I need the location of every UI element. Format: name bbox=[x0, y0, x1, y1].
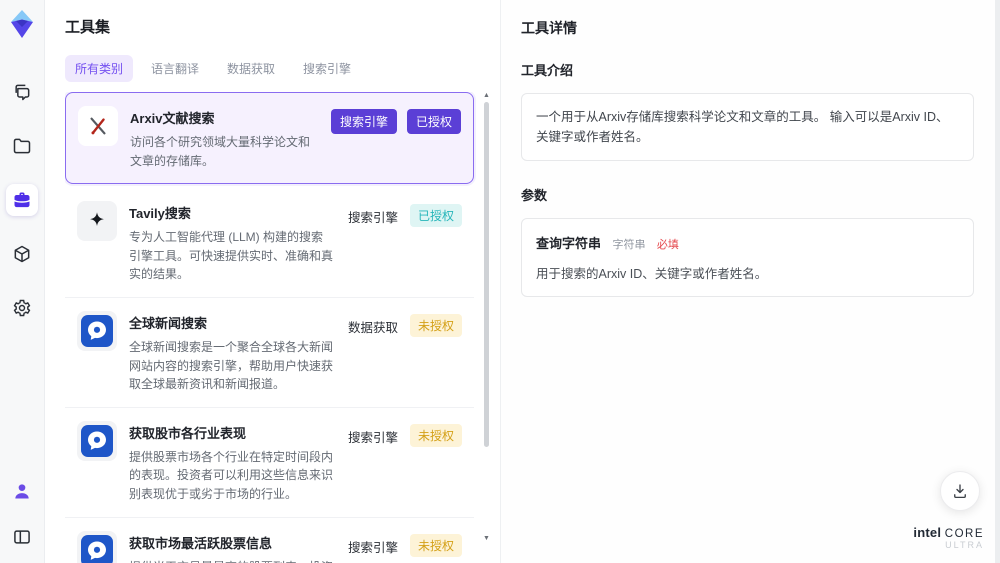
tool-list: Arxiv文献搜索 访问各个研究领域大量科学论文和文章的存储库。 搜索引擎 已授… bbox=[65, 92, 500, 563]
tool-card[interactable]: 获取市场最活跃股票信息 提供当天交易量最高的股票列表，投资者可以利用这些信息来识… bbox=[65, 517, 474, 563]
tool-card[interactable]: Arxiv文献搜索 访问各个研究领域大量科学论文和文章的存储库。 搜索引擎 已授… bbox=[65, 92, 474, 185]
parameter-card: 查询字符串 字符串 必填 用于搜索的Arxiv ID、关键字或作者姓名。 bbox=[521, 218, 974, 297]
tool-title: 获取股市各行业表现 bbox=[129, 425, 247, 441]
category-tabs: 所有类别 语言翻译 数据获取 搜索引擎 bbox=[65, 55, 500, 82]
page-title: 工具集 bbox=[65, 19, 111, 36]
tool-description: 访问各个研究领域大量科学论文和文章的存储库。 bbox=[130, 135, 311, 168]
category-tab[interactable]: 搜索引擎 bbox=[293, 55, 361, 82]
tool-auth-status-badge: 未授权 bbox=[409, 313, 462, 337]
tool-auth-status-badge: 已授权 bbox=[406, 109, 461, 134]
tool-list-panel: 工具集 所有类别 语言翻译 数据获取 搜索引擎 Arxiv文献搜索 访问各个研究领域大… bbox=[45, 0, 500, 563]
tool-category-badge: 搜索引擎 bbox=[347, 430, 398, 445]
folder-nav-icon[interactable] bbox=[6, 130, 38, 162]
tools-nav-icon[interactable] bbox=[6, 184, 38, 216]
category-tab[interactable]: 数据获取 bbox=[217, 55, 285, 82]
tool-title: Arxiv文献搜索 bbox=[130, 111, 215, 126]
sparkle-icon bbox=[77, 201, 117, 242]
blue-chat-app-icon bbox=[77, 310, 117, 351]
left-rail bbox=[0, 0, 45, 563]
intel-brand-text: intel bbox=[913, 525, 942, 541]
tool-category-badge: 数据获取 bbox=[347, 320, 398, 335]
tool-title: 全球新闻搜索 bbox=[129, 315, 208, 331]
required-badge: 必填 bbox=[656, 239, 679, 251]
tool-title: Tavily搜索 bbox=[129, 206, 191, 222]
tool-card[interactable]: 全球新闻搜索 全球新闻搜索是一个聚合全球各大新闻网站内容的搜索引擎，帮助用户快速… bbox=[65, 297, 474, 408]
tool-intro-text: 一个用于从Arxiv存储库搜索科学论文和文章的工具。 输入可以是Arxiv ID… bbox=[521, 93, 974, 161]
tool-description: 全球新闻搜索是一个聚合全球各大新闻网站内容的搜索引擎，帮助用户快速获取全球最新资… bbox=[129, 339, 334, 392]
package-nav-icon[interactable] bbox=[6, 238, 38, 270]
tool-description: 专为人工智能代理 (LLM) 构建的搜索引擎工具。可快速提供实时、准确和真实的结… bbox=[129, 230, 334, 282]
tool-title: 获取市场最活跃股票信息 bbox=[129, 535, 273, 551]
scroll-down-arrow[interactable]: ▼ bbox=[483, 535, 490, 543]
window-scrollbar[interactable] bbox=[995, 0, 1000, 563]
tool-detail-panel: 工具详情 工具介绍 一个用于从Arxiv存储库搜索科学论文和文章的工具。 输入可… bbox=[500, 0, 1000, 563]
tool-card[interactable]: Tavily搜索 专为人工智能代理 (LLM) 构建的搜索引擎工具。可快速提供实… bbox=[65, 188, 474, 298]
scrollbar-thumb[interactable] bbox=[484, 102, 489, 447]
tool-auth-status-badge: 未授权 bbox=[409, 533, 462, 557]
parameter-type: 字符串 bbox=[612, 239, 646, 251]
tool-card[interactable]: 获取股市各行业表现 提供股票市场各个行业在特定时间段内的表现。投资者可以利用这些… bbox=[65, 407, 474, 518]
category-tab[interactable]: 所有类别 bbox=[65, 55, 134, 82]
params-heading: 参数 bbox=[521, 188, 548, 203]
blue-chat-app-icon bbox=[77, 530, 117, 563]
tool-description: 提供当天交易量最高的股票列表，投资者可以利用这些信息来识别流动性强的股票和潜在的… bbox=[129, 558, 334, 563]
blue-chat-app-icon bbox=[77, 420, 117, 461]
intel-core-logo: intel core Ultra bbox=[913, 526, 984, 551]
download-button[interactable] bbox=[940, 471, 980, 511]
intro-heading: 工具介绍 bbox=[521, 63, 574, 78]
tool-auth-status-badge: 未授权 bbox=[409, 423, 462, 447]
core-brand-text: core bbox=[944, 528, 984, 541]
chat-nav-icon[interactable] bbox=[6, 76, 38, 108]
detail-title: 工具详情 bbox=[521, 20, 577, 36]
app-window: 工具集 所有类别 语言翻译 数据获取 搜索引擎 Arxiv文献搜索 访问各个研究领域大… bbox=[0, 0, 1000, 563]
scroll-up-arrow[interactable]: ▲ bbox=[483, 92, 490, 100]
category-tab[interactable]: 语言翻译 bbox=[141, 55, 209, 82]
settings-gear-icon[interactable] bbox=[6, 292, 38, 324]
tool-auth-status-badge: 已授权 bbox=[409, 204, 462, 228]
parameter-description: 用于搜索的Arxiv ID、关键字或作者姓名。 bbox=[536, 267, 768, 281]
arxiv-logo-icon bbox=[78, 106, 118, 146]
parameter-name: 查询字符串 bbox=[536, 236, 602, 251]
app-logo-icon[interactable] bbox=[6, 8, 38, 40]
tool-category-badge: 搜索引擎 bbox=[347, 211, 398, 226]
user-avatar-icon[interactable] bbox=[6, 475, 38, 507]
tool-description: 提供股票市场各个行业在特定时间段内的表现。投资者可以利用这些信息来识别表现优于或… bbox=[129, 449, 334, 501]
tool-category-badge: 搜索引擎 bbox=[330, 109, 397, 134]
tool-category-badge: 搜索引擎 bbox=[347, 540, 398, 555]
parameter-header: 查询字符串 字符串 必填 bbox=[536, 233, 959, 253]
ultra-brand-text: Ultra bbox=[945, 540, 984, 551]
list-scrollbar[interactable]: ▲ ▼ bbox=[483, 92, 490, 557]
collapse-sidebar-icon[interactable] bbox=[6, 521, 38, 553]
